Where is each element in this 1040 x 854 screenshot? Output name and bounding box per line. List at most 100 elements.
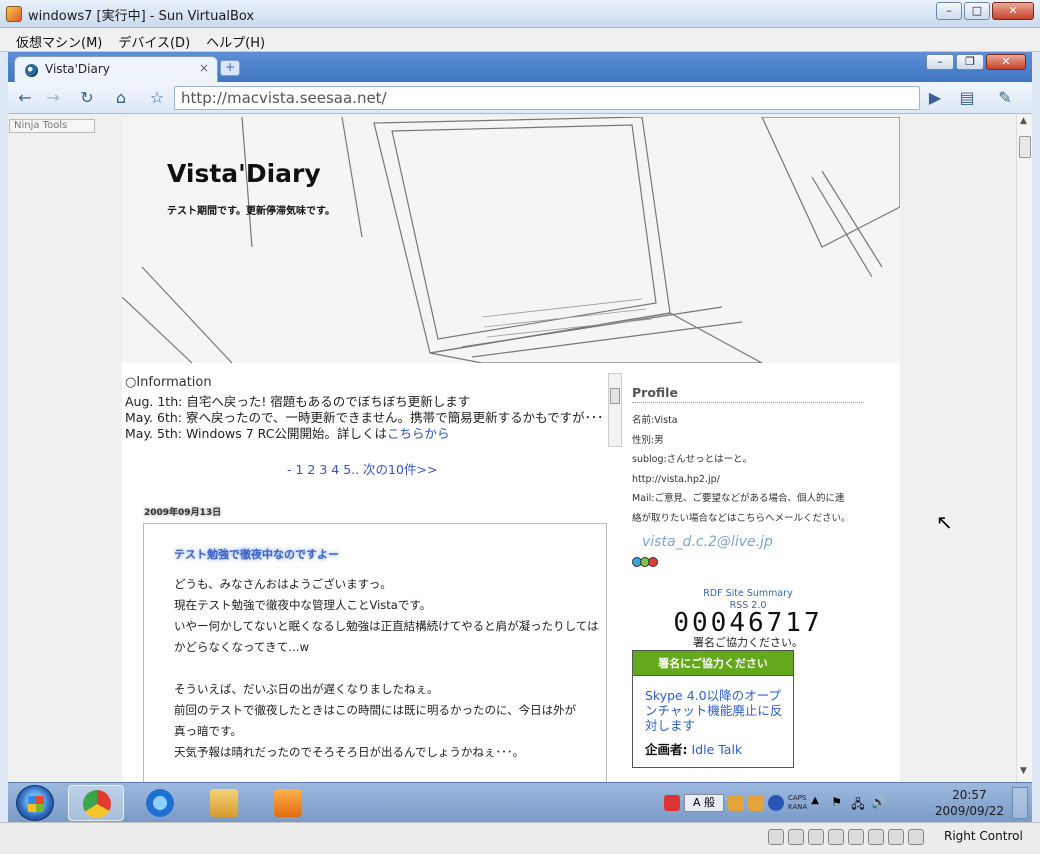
chrome-minimize-button[interactable]: – — [926, 54, 954, 70]
profile-gender: 性別:男 — [632, 434, 664, 446]
taskbar-clock[interactable]: 20:57 2009/09/22 — [935, 787, 1004, 819]
media-player-icon — [274, 789, 302, 817]
ninja-tools-badge[interactable]: Ninja Tools — [9, 119, 95, 133]
reload-icon[interactable]: ↻ — [74, 86, 100, 110]
network-adapter-icon[interactable] — [808, 829, 824, 845]
rdf-line: RDF Site Summary — [703, 588, 793, 599]
home-icon[interactable]: ⌂ — [108, 86, 134, 110]
internet-explorer-icon — [146, 789, 174, 817]
post-paragraph: 現在テスト勉強で徹夜中な管理人ことVistaです。 — [174, 598, 432, 612]
page-scrollbar[interactable]: ▲ ▼ — [1016, 114, 1032, 782]
taskbar-media-player[interactable] — [260, 785, 316, 821]
favicon-icon — [25, 64, 38, 77]
ime-pad-icon[interactable] — [748, 795, 764, 811]
site-title[interactable]: Vista'Diary — [167, 159, 321, 188]
mouse-cursor-icon: ↖ — [936, 510, 953, 534]
vbox-statusbar: Right Control — [0, 822, 1040, 854]
scroll-thumb[interactable] — [1019, 136, 1031, 158]
host-key-icon[interactable] — [908, 829, 924, 845]
post-paragraph: 前回のテストで徹夜したときはこの時間には既に明るかったのに、今日は外が — [174, 703, 577, 717]
ime-indicator[interactable]: A 般 — [684, 794, 724, 812]
pagination[interactable]: - 1 2 3 4 5.. 次の10件>> — [287, 459, 437, 478]
chrome-icon — [83, 790, 111, 818]
messenger-status-icon[interactable] — [632, 556, 660, 568]
window-controls: – □ ✕ — [936, 2, 1034, 20]
windows-logo-icon — [28, 796, 44, 812]
mail-address[interactable]: vista_d.c.2@live.jp — [632, 534, 864, 550]
forward-arrow-icon[interactable]: → — [40, 86, 66, 110]
help-icon[interactable] — [768, 795, 784, 811]
information-line: May. 6th: 寮へ戻ったので、一時更新できません。携帯で簡易更新するかもで… — [125, 410, 604, 425]
scroll-up-icon[interactable]: ▲ — [1020, 116, 1027, 126]
go-icon[interactable]: ▶ — [922, 86, 948, 110]
action-center-flag-icon[interactable]: ⚑ — [831, 795, 847, 811]
menu-help[interactable]: ヘルプ(H) — [198, 28, 273, 51]
clock-date: 2009/09/22 — [934, 804, 1004, 818]
close-button[interactable]: ✕ — [992, 2, 1034, 20]
tab-close-icon[interactable]: × — [199, 61, 209, 75]
chrome-restore-button[interactable]: ❐ — [956, 54, 984, 70]
post-paragraph: 天気予報は晴れだったのでそろそろ日が出るんでしょうかねぇ･･･。 — [174, 745, 525, 759]
sign-note: 署名ご協力ください。 — [693, 636, 803, 649]
menu-machine[interactable]: 仮想マシン(M) — [8, 28, 110, 51]
minimize-button[interactable]: – — [936, 2, 962, 20]
vrdp-icon[interactable] — [868, 829, 884, 845]
taskbar-explorer[interactable] — [196, 785, 252, 821]
volume-icon[interactable]: 🔊 — [871, 795, 887, 811]
tab-label: Vista'Diary — [45, 62, 110, 76]
new-tab-button[interactable]: + — [220, 60, 240, 76]
profile-mail-note: 絡が取りたい場合などはこちらへメールください。 — [632, 512, 851, 524]
network-icon[interactable]: 🖧 — [851, 795, 867, 811]
cd-icon[interactable] — [788, 829, 804, 845]
tab-vista-diary[interactable]: Vista'Diary × — [14, 56, 218, 82]
petition-box: 署名にご協力ください Skype 4.0以降のオープンチャット機能廃止に反対しま… — [632, 650, 794, 768]
chrome-close-button[interactable]: ✕ — [986, 54, 1026, 70]
caps-label: CAPS — [788, 794, 807, 802]
site-subtitle: テスト期間です。更新停滞気味です。 — [167, 206, 335, 217]
mouse-integration-icon[interactable] — [888, 829, 904, 845]
back-arrow-icon[interactable]: ← — [12, 86, 38, 110]
post-date: 2009年09月13日 — [144, 508, 222, 518]
web-viewport: Vista'Diary テスト期間です。更新停滞気味です。 ○Informati… — [8, 114, 1016, 782]
address-bar[interactable]: http://macvista.seesaa.net/ — [174, 86, 920, 110]
profile-url[interactable]: http://vista.hp2.jp/ — [632, 470, 864, 490]
post-paragraph: 真っ暗です。 — [174, 724, 242, 738]
petition-organizer: 企画者: Idle Talk — [633, 739, 793, 758]
post-entry: テスト勉強で徹夜中なのですよー どうも、みなさんおはようございますっ。 現在テス… — [143, 523, 607, 782]
taskbar-ie[interactable] — [132, 785, 188, 821]
taskbar-chrome[interactable] — [68, 785, 124, 821]
start-button[interactable] — [16, 785, 54, 821]
kana-label: KANA — [788, 803, 808, 811]
chrome-tabstrip: Vista'Diary × + – ❐ ✕ — [8, 52, 1032, 82]
menu-devices[interactable]: デバイス(D) — [110, 28, 198, 51]
information-line: Aug. 1th: 自宅へ戻った! 宿題もあるのでぼちぼち更新します — [125, 394, 471, 409]
bookmark-star-icon[interactable]: ☆ — [144, 86, 170, 110]
shared-folder-icon[interactable] — [848, 829, 864, 845]
information-link[interactable]: こちらから — [387, 426, 450, 441]
ime-tool-icon[interactable] — [728, 795, 744, 811]
post-title[interactable]: テスト勉強で徹夜中なのですよー — [174, 546, 339, 562]
profile-sublog: sublog:さんせっとはーと。 — [632, 454, 753, 465]
tray-app-icon[interactable] — [664, 795, 680, 811]
information-line: May. 5th: Windows 7 RC公開開始。詳しくはこちらから — [122, 426, 622, 442]
header-sketch-image: Vista'Diary テスト期間です。更新停滞気味です。 — [122, 117, 900, 363]
information-scrollbar[interactable] — [608, 373, 622, 447]
wrench-icon[interactable]: ✎ — [992, 86, 1018, 110]
scroll-down-icon[interactable]: ▼ — [1020, 766, 1027, 776]
caps-kana-indicator: CAPS KANA — [788, 794, 807, 812]
information-line-text: May. 5th: Windows 7 RC公開開始。詳しくは — [125, 426, 387, 441]
usb-icon[interactable] — [828, 829, 844, 845]
show-hidden-icons-icon[interactable]: ▲ — [811, 795, 827, 811]
post-paragraph: かどらなくなってきて…w — [174, 640, 309, 654]
vbox-menubar: 仮想マシン(M) デバイス(D) ヘルプ(H) — [0, 28, 1040, 52]
messenger-dot-red — [648, 557, 658, 567]
organizer-link[interactable]: Idle Talk — [691, 742, 742, 757]
show-desktop-button[interactable] — [1012, 787, 1028, 819]
folder-icon — [210, 789, 238, 817]
maximize-button[interactable]: □ — [964, 2, 990, 20]
virtualbox-icon — [6, 6, 22, 22]
petition-link[interactable]: Skype 4.0以降のオープンチャット機能廃止に反対します — [633, 676, 793, 739]
hard-disk-icon[interactable] — [768, 829, 784, 845]
page-menu-icon[interactable]: ▤ — [954, 86, 980, 110]
information-scroll-thumb[interactable] — [610, 388, 620, 404]
